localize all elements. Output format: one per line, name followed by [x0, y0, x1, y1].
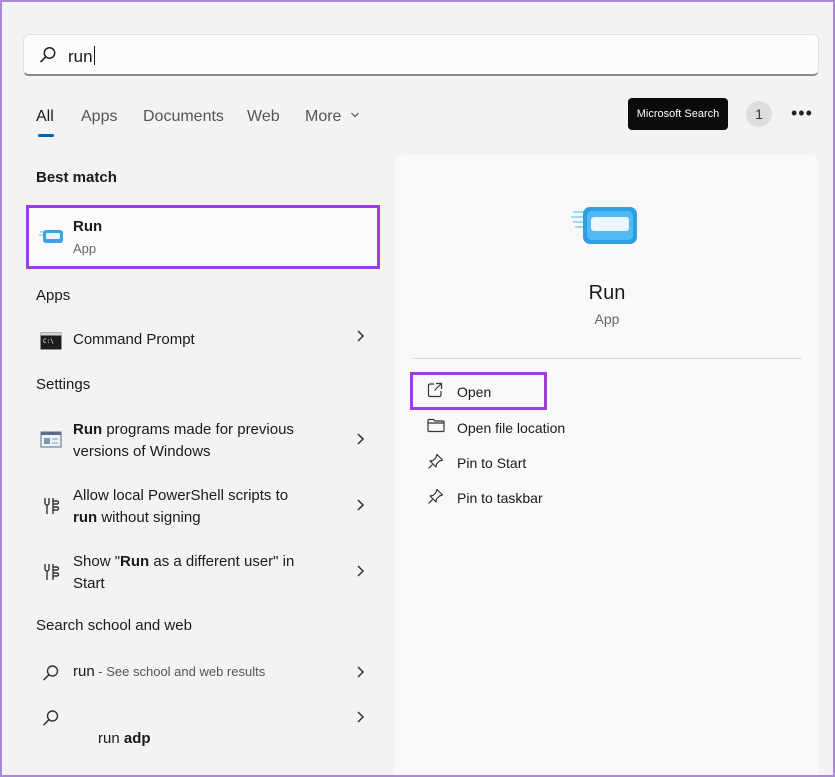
- rewards-badge[interactable]: 1: [746, 101, 772, 127]
- folder-icon: [427, 418, 445, 438]
- tab-all[interactable]: All: [36, 108, 54, 126]
- run-app-icon: [39, 226, 65, 253]
- action-label: Pin to taskbar: [457, 490, 543, 506]
- chevron-right-icon[interactable]: [355, 498, 365, 517]
- open-external-icon: [427, 382, 443, 403]
- setting-text: Allow local PowerShell scripts to: [73, 487, 289, 504]
- setting-text: without signing: [97, 509, 201, 526]
- tab-documents[interactable]: Documents: [143, 108, 224, 126]
- web-result-run[interactable]: run - See school and web results: [26, 656, 380, 690]
- chevron-right-icon[interactable]: [355, 710, 365, 729]
- web-result-run-adp[interactable]: run adp: [26, 701, 380, 747]
- setting-text: Show ": [73, 553, 121, 570]
- web-hint: - See school and web results: [94, 664, 266, 679]
- start-search-window: run All Apps Documents Web More Microsof…: [0, 0, 835, 777]
- svg-text:C:\: C:\: [43, 338, 54, 345]
- settings-item-powershell[interactable]: Allow local PowerShell scripts to run wi…: [26, 482, 380, 532]
- action-label: Pin to Start: [457, 455, 527, 471]
- chevron-right-icon[interactable]: [355, 564, 365, 583]
- search-icon: [42, 664, 60, 687]
- web-query: run: [98, 730, 124, 747]
- section-search-web: Search school and web: [36, 617, 192, 634]
- action-pin-to-start[interactable]: Pin to Start: [413, 449, 663, 477]
- pin-icon: [427, 488, 444, 510]
- tab-web[interactable]: Web: [247, 108, 280, 126]
- setting-text: programs made for previous: [102, 421, 294, 438]
- app-item-command-prompt[interactable]: C:\ Command Prompt: [26, 324, 380, 358]
- setting-text: Start: [73, 575, 105, 592]
- tab-apps[interactable]: Apps: [81, 108, 117, 126]
- run-app-icon: [571, 202, 641, 253]
- search-input[interactable]: run: [68, 46, 95, 67]
- app-item-label: Command Prompt: [73, 331, 195, 348]
- chevron-right-icon[interactable]: [355, 665, 365, 684]
- web-query: run: [73, 663, 95, 680]
- chevron-down-icon: [350, 112, 359, 118]
- search-icon: [42, 709, 60, 732]
- web-query-suggestion: adp: [123, 730, 151, 747]
- microsoft-search-button[interactable]: Microsoft Search: [628, 98, 728, 130]
- developer-settings-icon: [42, 562, 60, 587]
- action-label: Open: [457, 384, 492, 400]
- match-text: run: [73, 509, 98, 526]
- developer-settings-icon: [42, 496, 60, 521]
- section-settings: Settings: [36, 376, 91, 393]
- section-apps: Apps: [36, 287, 71, 304]
- detail-subtitle: App: [594, 311, 620, 327]
- ellipsis-icon[interactable]: •••: [791, 104, 813, 122]
- action-pin-to-taskbar[interactable]: Pin to taskbar: [413, 484, 663, 512]
- divider: [413, 358, 802, 359]
- action-open[interactable]: Open: [410, 372, 547, 410]
- active-tab-indicator: [38, 134, 54, 137]
- search-box[interactable]: run: [23, 34, 819, 76]
- detail-title: Run: [588, 282, 626, 304]
- search-icon: [39, 46, 57, 69]
- chevron-right-icon[interactable]: [355, 432, 365, 451]
- best-match-subtitle: App: [73, 241, 97, 256]
- settings-item-run-as-user[interactable]: Show "Run as a different user" in Start: [26, 548, 380, 598]
- best-match-run[interactable]: Run App: [26, 205, 380, 269]
- action-open-file-location[interactable]: Open file location: [413, 414, 663, 442]
- setting-text: as a different user" in: [149, 553, 295, 570]
- command-prompt-icon: C:\: [40, 332, 62, 355]
- match-text: Run: [120, 553, 150, 570]
- setting-text: versions of Windows: [73, 443, 211, 460]
- compatibility-icon: [40, 430, 62, 455]
- section-best-match: Best match: [36, 169, 117, 186]
- tab-more[interactable]: More: [305, 108, 360, 126]
- match-text: Run: [73, 421, 103, 438]
- settings-item-run-programs[interactable]: Run programs made for previous versions …: [26, 416, 380, 466]
- action-label: Open file location: [457, 420, 566, 436]
- best-match-title: Run: [73, 218, 103, 235]
- pin-icon: [427, 453, 444, 475]
- chevron-right-icon[interactable]: [355, 329, 365, 346]
